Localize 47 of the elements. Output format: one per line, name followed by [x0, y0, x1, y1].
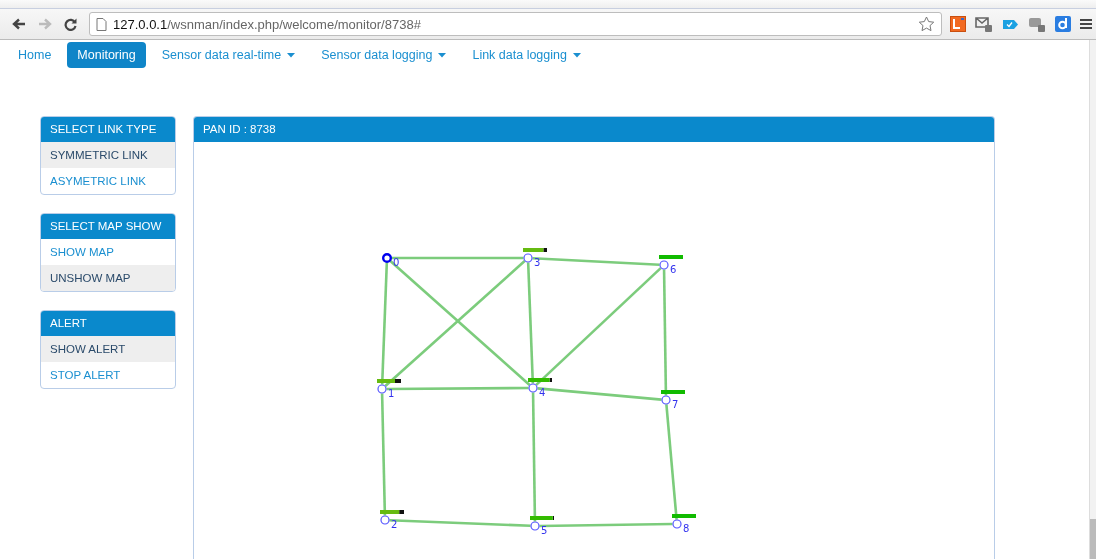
extension-icon[interactable] — [950, 16, 966, 32]
reload-icon[interactable] — [64, 17, 77, 31]
nav-link[interactable]: Monitoring — [67, 42, 146, 68]
node-icon[interactable] — [380, 515, 390, 525]
node-icon[interactable] — [672, 519, 682, 529]
node-label: 7 — [672, 399, 679, 410]
node-label: 5 — [541, 525, 548, 536]
nav-link[interactable]: Sensor data logging — [311, 42, 457, 68]
sidebar-item[interactable]: ASYMETRIC LINK — [41, 168, 175, 194]
node-icon[interactable] — [661, 395, 671, 405]
node-label: 2 — [391, 519, 398, 530]
nav-link[interactable]: Home — [8, 42, 62, 68]
panel-title: SELECT LINK TYPE — [41, 117, 175, 142]
url-host: 127.0.0.1 — [113, 16, 168, 32]
address-bar[interactable]: 127.0.0.1/wsnman/index.php/welcome/monitor/8738# — [89, 12, 942, 36]
menu-icon[interactable] — [1080, 18, 1092, 30]
sidebar-item[interactable]: UNSHOW MAP — [41, 265, 175, 291]
scrollbar[interactable] — [1089, 40, 1096, 559]
mail-icon[interactable] — [975, 15, 993, 33]
sidebar-item[interactable]: SHOW ALERT — [41, 336, 175, 362]
node-label: 3 — [534, 257, 541, 268]
back-icon[interactable] — [12, 18, 26, 30]
node-label: 8 — [683, 523, 690, 534]
node-label: 6 — [670, 264, 677, 275]
sidebar-item[interactable]: SYMMETRIC LINK — [41, 142, 175, 168]
url-path: /wsnman/index.php/welcome/monitor/8738# — [167, 16, 421, 32]
sidebar-item[interactable]: STOP ALERT — [41, 362, 175, 388]
node-icon[interactable] — [528, 383, 538, 393]
node-icon[interactable] — [659, 260, 669, 270]
nav-link[interactable]: Link data logging — [462, 42, 591, 68]
node-label: 4 — [539, 387, 546, 398]
node-label: 1 — [388, 388, 395, 399]
sidebar-item[interactable]: SHOW MAP — [41, 239, 175, 265]
panel-title: PAN ID : 8738 — [194, 117, 994, 142]
panel-title: SELECT MAP SHOW — [41, 214, 175, 239]
extension-icon[interactable] — [1028, 15, 1046, 33]
sink-node-icon[interactable] — [382, 253, 392, 263]
scroll-thumb[interactable] — [1090, 519, 1096, 559]
extension-icon[interactable] — [1055, 16, 1071, 32]
node-icon[interactable] — [377, 384, 387, 394]
node-icon[interactable] — [523, 253, 533, 263]
panel-title: ALERT — [41, 311, 175, 336]
node-icon[interactable] — [530, 521, 540, 531]
bookmark-star-icon[interactable] — [918, 16, 935, 32]
tag-icon[interactable] — [1002, 18, 1019, 30]
page-icon — [96, 17, 107, 31]
nav-link[interactable]: Sensor data real-time — [151, 42, 306, 68]
